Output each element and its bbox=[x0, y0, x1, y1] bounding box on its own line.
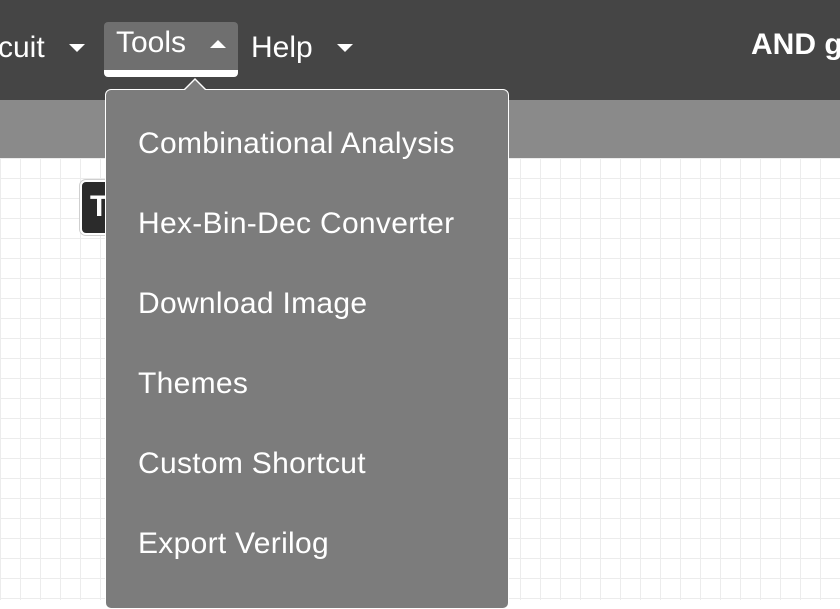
menu-item-themes[interactable]: Themes bbox=[106, 344, 508, 424]
chevron-down-icon bbox=[336, 44, 353, 52]
nav-menu-circuit[interactable]: rcuit bbox=[0, 22, 85, 74]
menu-item-download-image[interactable]: Download Image bbox=[106, 264, 508, 344]
menu-item-combinational-analysis[interactable]: Combinational Analysis bbox=[106, 104, 508, 184]
nav-menu-help[interactable]: Help bbox=[251, 22, 353, 74]
nav-menu-help-label: Help bbox=[251, 31, 313, 64]
nav-menu-tools[interactable]: Tools bbox=[104, 22, 238, 74]
project-title: AND g bbox=[751, 28, 840, 61]
top-navbar: rcuit Tools Help AND g bbox=[0, 0, 840, 100]
active-tab-indicator bbox=[104, 70, 238, 77]
nav-menu-tools-label: Tools bbox=[116, 26, 187, 59]
menu-item-export-verilog[interactable]: Export Verilog bbox=[106, 504, 508, 584]
chevron-up-icon bbox=[210, 40, 227, 48]
chevron-down-icon bbox=[68, 44, 85, 52]
menu-item-hex-bin-dec-converter[interactable]: Hex-Bin-Dec Converter bbox=[106, 184, 508, 264]
dropdown-pointer-fill bbox=[185, 80, 205, 90]
tools-dropdown-menu: Combinational Analysis Hex-Bin-Dec Conve… bbox=[105, 89, 509, 609]
nav-menu-circuit-label: rcuit bbox=[0, 31, 45, 64]
tools-menu-list: Combinational Analysis Hex-Bin-Dec Conve… bbox=[106, 104, 508, 584]
menu-item-custom-shortcut[interactable]: Custom Shortcut bbox=[106, 424, 508, 504]
